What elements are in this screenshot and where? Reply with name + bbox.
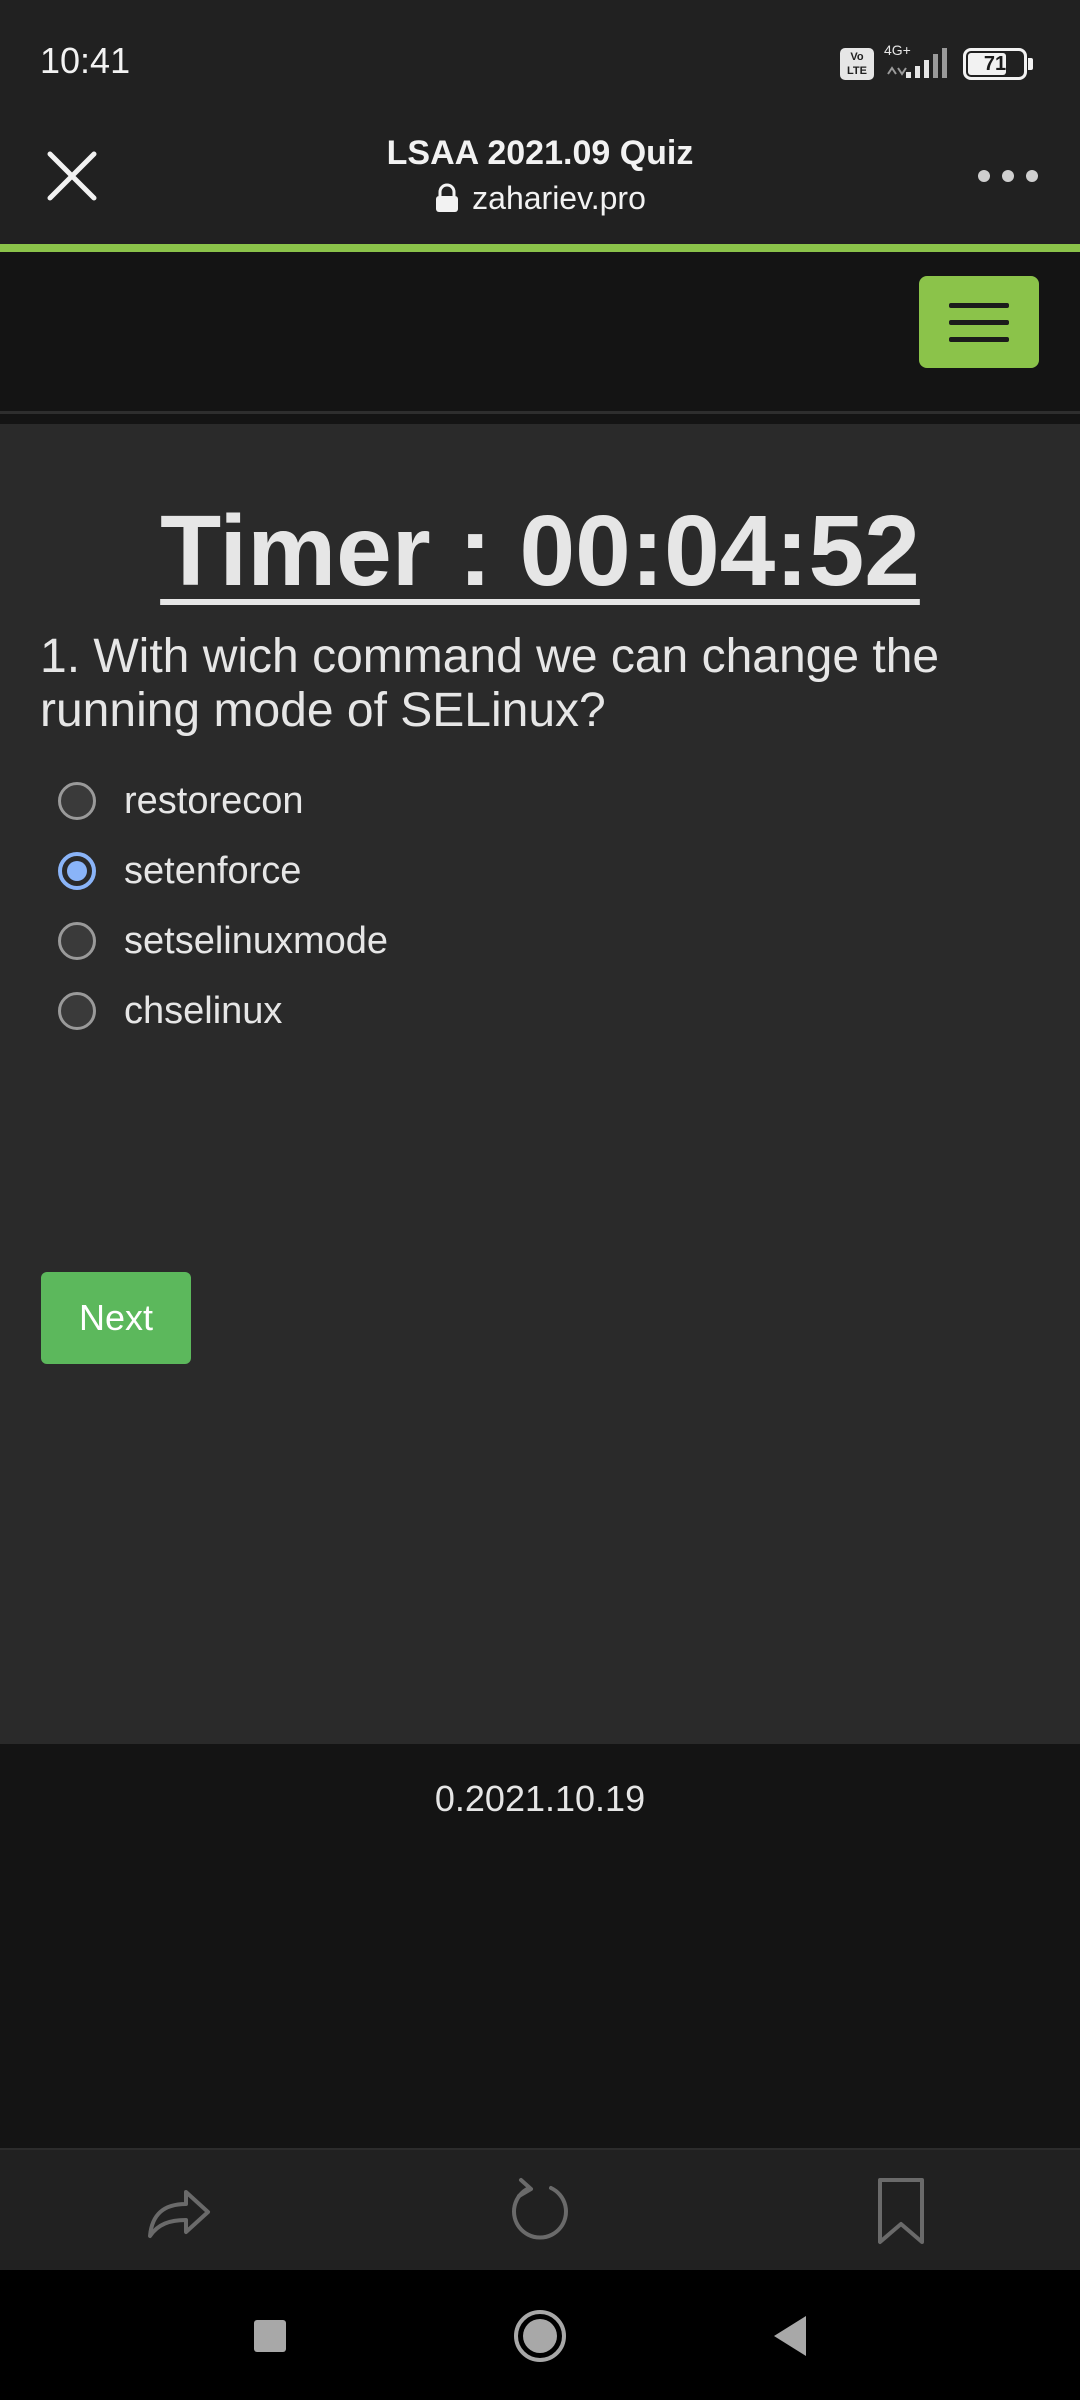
bookmark-icon[interactable] (866, 2176, 936, 2246)
answer-label[interactable]: setenforce (124, 846, 301, 896)
radio-button[interactable] (58, 992, 96, 1030)
hamburger-icon-bar (949, 320, 1009, 325)
page-load-progress (0, 244, 1080, 252)
volte-label-top: Vo (850, 51, 864, 63)
radio-button[interactable] (58, 852, 96, 890)
battery-icon: 71 (963, 48, 1027, 80)
lock-icon (436, 183, 459, 212)
hamburger-icon-bar (949, 303, 1009, 308)
browser-header: LSAA 2021.09 Quiz zahariev.pro (0, 120, 1080, 244)
share-icon[interactable] (144, 2176, 214, 2246)
url-row: zahariev.pro (0, 180, 1080, 217)
answer-label[interactable]: chselinux (124, 986, 282, 1036)
status-bar: 10:41 Vo LTE 4G+ 71 (0, 0, 1080, 120)
radio-button[interactable] (58, 922, 96, 960)
volte-label-bottom: LTE (847, 65, 867, 77)
status-time: 10:41 (40, 40, 131, 81)
volte-icon: Vo LTE (840, 48, 874, 80)
back-icon[interactable] (760, 2306, 820, 2366)
quiz-timer: Timer : 00:04:52 (160, 495, 920, 607)
page-title: LSAA 2021.09 Quiz (386, 134, 694, 172)
answer-label[interactable]: restorecon (124, 776, 304, 826)
browser-toolbar (0, 2148, 1080, 2270)
answer-label[interactable]: setselinuxmode (124, 916, 388, 966)
signal-icon (887, 48, 947, 78)
quiz-panel: Timer : 00:04:52 1. With wich command we… (0, 424, 1080, 1744)
page-url: zahariev.pro (472, 180, 646, 216)
next-button[interactable]: Next (41, 1272, 191, 1364)
battery-level: 71 (983, 53, 1007, 75)
app-version: 0.2021.10.19 (434, 1778, 646, 1819)
more-options-icon[interactable] (976, 164, 1040, 188)
battery-cap (1028, 58, 1033, 70)
menu-button[interactable] (919, 276, 1039, 368)
home-icon[interactable] (510, 2306, 570, 2366)
site-footer: 0.2021.10.19 (0, 1744, 1080, 2148)
question-text: 1. With wich command we can change the r… (40, 630, 940, 737)
system-navigation-bar (0, 2270, 1080, 2400)
recents-icon[interactable] (240, 2306, 300, 2366)
hamburger-icon-bar (949, 337, 1009, 342)
site-navbar (0, 252, 1080, 414)
reload-icon[interactable] (505, 2176, 575, 2246)
radio-button[interactable] (58, 782, 96, 820)
